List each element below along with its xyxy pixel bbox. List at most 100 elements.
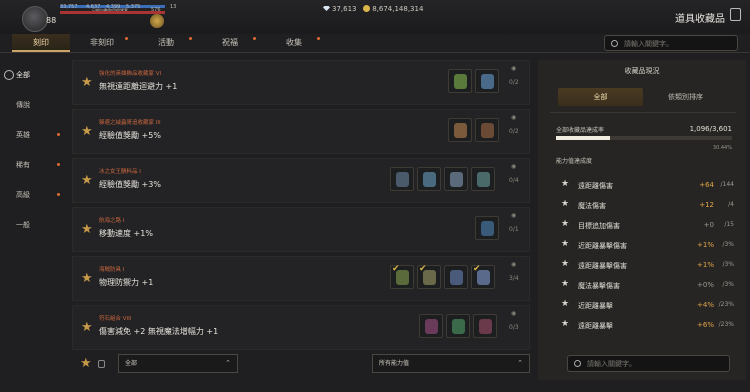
collection-row[interactable]: ★ 冰之女王酬料品 I 經驗值獎勵 +3% ◉ 0/4 xyxy=(72,158,530,203)
main-tabs: 刻印 非刻印 活動 祝福 收集 xyxy=(12,34,326,52)
favorite-star-icon[interactable]: ★ xyxy=(81,75,93,90)
favorite-star-icon[interactable]: ★ xyxy=(81,271,93,286)
item-slot[interactable] xyxy=(475,69,499,93)
page-title: 道具收藏品 xyxy=(675,14,725,25)
item-slot[interactable] xyxy=(448,69,472,93)
item-slot[interactable]: ✔ xyxy=(471,264,495,289)
tab-event[interactable]: 活動 xyxy=(134,34,198,52)
collection-subtitle: 航海之路 I xyxy=(99,218,125,224)
item-slot[interactable] xyxy=(471,167,495,191)
eye-icon[interactable]: ◉ xyxy=(511,65,516,72)
lock-icon[interactable] xyxy=(98,360,105,368)
top-bar: 88 已經自動取用保護套 33,757 4,637 4,399 5,375 57… xyxy=(0,0,750,34)
eye-icon[interactable]: ◉ xyxy=(511,261,516,268)
player-level: 88 xyxy=(46,16,57,25)
collection-row[interactable]: ★ 躲避之絨蟲哥追收藏家 III 經驗值獎勵 +5% ◉ 0/2 xyxy=(72,109,530,154)
sidebar-item-hero[interactable]: 英雄 xyxy=(0,120,70,150)
stat-bonus-row[interactable]: ★ 魔法傷害 +12/4 xyxy=(558,196,734,215)
stat-completion-label: 能力值達成度 xyxy=(556,158,593,165)
completion-progress-bar xyxy=(556,136,732,140)
collection-book-icon[interactable] xyxy=(730,8,741,21)
item-slot[interactable] xyxy=(417,167,441,191)
sidebar-item-normal[interactable]: 一般 xyxy=(0,210,70,240)
stat-bonus-row[interactable]: ★ 魔法暴擊傷害 +0% /3% xyxy=(558,276,734,295)
item-slots xyxy=(475,216,499,240)
stat-value: +0 xyxy=(703,221,714,229)
tab-engraved[interactable]: 刻印 xyxy=(12,34,70,52)
item-icon xyxy=(481,123,494,138)
completion-label: 全部收藏品達成率 xyxy=(556,127,605,134)
item-slot[interactable] xyxy=(390,167,414,191)
check-icon: ✔ xyxy=(419,264,427,274)
collection-count: 0/2 xyxy=(509,128,519,135)
favorite-star-icon[interactable]: ★ xyxy=(81,320,93,335)
tab-gather[interactable]: 收集 xyxy=(262,34,326,52)
stat-bonus-row[interactable]: ★ 遠距離傷害 +64/144 xyxy=(558,176,734,195)
alert-dot xyxy=(57,193,60,196)
check-icon: ✔ xyxy=(392,264,400,274)
stat-bonus-row[interactable]: ★ 近距離暴擊傷害 +1% /3% xyxy=(558,236,734,255)
collection-row[interactable]: ★ 航海之路 I 移動速度 +1% ◉ 0/1 xyxy=(72,207,530,252)
tab-blessing[interactable]: 祝福 xyxy=(198,34,262,52)
search-icon xyxy=(574,360,581,367)
category-sidebar: 全部 傳說 英雄 稀有 高級 一般 xyxy=(0,60,70,240)
item-slot[interactable]: ✔ xyxy=(390,264,414,289)
star-icon: ★ xyxy=(561,279,570,289)
stat-bonus-row[interactable]: ★ 遠距離暴擊傷害 +1% /3% xyxy=(558,256,734,275)
tab-status-by-category[interactable]: 依類別排序 xyxy=(643,88,728,106)
item-slots xyxy=(419,314,497,338)
stat-filter-dropdown[interactable]: 所有能力值 ⌃ xyxy=(372,354,530,373)
eye-icon[interactable]: ◉ xyxy=(511,212,516,219)
item-icon xyxy=(481,74,494,89)
item-slot[interactable] xyxy=(446,314,470,338)
gold-amount: 8,674,148,314 xyxy=(372,5,424,13)
sidebar-item-advanced[interactable]: 高級 xyxy=(0,180,70,210)
item-slot[interactable] xyxy=(448,118,472,142)
item-slot[interactable]: ✔ xyxy=(417,264,441,289)
gold-coin-icon xyxy=(363,5,371,12)
item-slot[interactable] xyxy=(444,167,468,191)
item-slot[interactable] xyxy=(475,216,499,240)
collection-subtitle: 符石組合 VIII xyxy=(99,316,132,322)
item-slot[interactable] xyxy=(444,265,468,289)
search-input[interactable]: 請輸入關鍵字。 xyxy=(604,35,738,51)
stat-4: 5,375 xyxy=(126,4,141,10)
mp-bar xyxy=(60,11,165,14)
favorite-star-icon[interactable]: ★ xyxy=(81,124,93,139)
stat-5: 576 xyxy=(151,7,161,13)
stat-bonus-row[interactable]: ★ 目標追加傷害 +0/15 xyxy=(558,216,734,235)
currency-display: 37,613 8,674,148,314 xyxy=(323,5,423,13)
item-slot[interactable] xyxy=(419,314,443,338)
collection-row[interactable]: ★ 海賊防具 I 物理防禦力 +1 ✔ ✔ ✔ ◉ 3/4 xyxy=(72,256,530,301)
sidebar-item-all[interactable]: 全部 xyxy=(0,60,70,90)
emblem-icon[interactable] xyxy=(150,14,164,28)
item-slot[interactable] xyxy=(473,314,497,338)
favorite-filter-star-icon[interactable]: ★ xyxy=(80,356,92,371)
eye-icon[interactable]: ◉ xyxy=(511,310,516,317)
sidebar-item-legendary[interactable]: 傳說 xyxy=(0,90,70,120)
favorite-star-icon[interactable]: ★ xyxy=(81,222,93,237)
stat-name: 近距離暴擊 xyxy=(578,302,613,310)
panel-search-input[interactable]: 請輸入關鍵字。 xyxy=(567,355,730,372)
collection-row[interactable]: ★ 強化的英雄飾品收藏家 VI 無視遠距離迴避力 +1 ◉ 0/2 xyxy=(72,60,530,105)
category-filter-dropdown[interactable]: 全部 ⌃ xyxy=(118,354,238,373)
item-slot[interactable] xyxy=(475,118,499,142)
eye-icon[interactable]: ◉ xyxy=(511,163,516,170)
star-icon: ★ xyxy=(561,319,570,329)
completion-percent: 30.44% xyxy=(712,145,732,151)
stat-bonus-row[interactable]: ★ 近距離暴擊 +4% /23% xyxy=(558,296,734,315)
stat-value: +64 xyxy=(699,181,714,189)
collection-row[interactable]: ★ 符石組合 VIII 傷害減免 +2 無視魔法增幅力 +1 ◉ 0/3 xyxy=(72,305,530,350)
stat-value: +12 xyxy=(699,201,714,209)
tab-non-engraved[interactable]: 非刻印 xyxy=(70,34,134,52)
tab-status-all[interactable]: 全部 xyxy=(558,88,643,106)
alert-dot xyxy=(253,37,256,40)
avatar[interactable] xyxy=(22,6,48,32)
diamond-amount: 37,613 xyxy=(332,5,357,13)
eye-icon[interactable]: ◉ xyxy=(511,114,516,121)
stat-bonus-row[interactable]: ★ 遠距離暴擊 +6% /23% xyxy=(558,316,734,335)
sidebar-item-rare[interactable]: 稀有 xyxy=(0,150,70,180)
collection-effect: 經驗值獎勵 +5% xyxy=(99,131,161,140)
favorite-star-icon[interactable]: ★ xyxy=(81,173,93,188)
item-icon xyxy=(425,319,438,334)
